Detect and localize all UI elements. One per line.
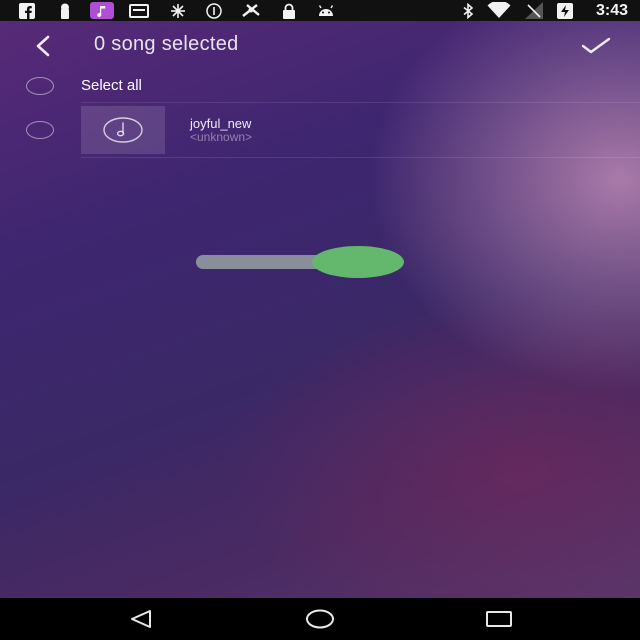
wifi-icon — [486, 2, 512, 19]
screen: 3:43 0 song selected Select all joyful_n… — [0, 0, 640, 640]
circle-home-icon — [306, 609, 334, 629]
nav-recents-button[interactable] — [484, 606, 514, 632]
lock-icon — [280, 2, 298, 19]
facebook-icon — [18, 2, 36, 19]
song-title: joyful_new — [190, 116, 252, 131]
album-art — [81, 106, 165, 154]
brightness-icon — [169, 2, 187, 19]
nav-back-button[interactable] — [126, 606, 156, 632]
song-checkbox[interactable] — [26, 121, 54, 139]
clock: 3:43 — [595, 2, 628, 19]
divider — [81, 157, 640, 158]
music-note-icon — [90, 2, 114, 19]
slider-thumb[interactable] — [312, 246, 404, 278]
inbox-icon — [129, 2, 149, 19]
toolbar: 0 song selected — [0, 21, 640, 69]
slider[interactable] — [196, 246, 404, 278]
divider — [81, 102, 640, 103]
info-icon — [205, 2, 223, 19]
square-recents-icon — [486, 611, 512, 627]
fan-icon — [238, 2, 264, 19]
bluetooth-icon — [460, 2, 476, 19]
nav-home-button[interactable] — [305, 606, 335, 632]
signal-icon — [524, 2, 544, 19]
android-icon — [316, 2, 336, 19]
keyhole-icon — [57, 2, 73, 19]
list-item[interactable]: joyful_new <unknown> — [0, 104, 640, 156]
song-artist: <unknown> — [190, 130, 253, 144]
select-all-checkbox[interactable] — [26, 77, 54, 95]
status-bar: 3:43 — [0, 0, 640, 21]
checkmark-icon — [581, 37, 611, 54]
chevron-left-icon — [36, 35, 50, 57]
select-all-label: Select all — [81, 77, 142, 94]
back-button[interactable] — [28, 31, 58, 61]
select-all-row[interactable]: Select all — [0, 70, 640, 102]
triangle-back-icon — [131, 610, 151, 628]
music-disc-icon — [103, 117, 143, 143]
battery-charging-icon — [556, 2, 574, 19]
confirm-button[interactable] — [578, 33, 614, 59]
page-title: 0 song selected — [94, 33, 239, 55]
navigation-bar — [0, 598, 640, 640]
